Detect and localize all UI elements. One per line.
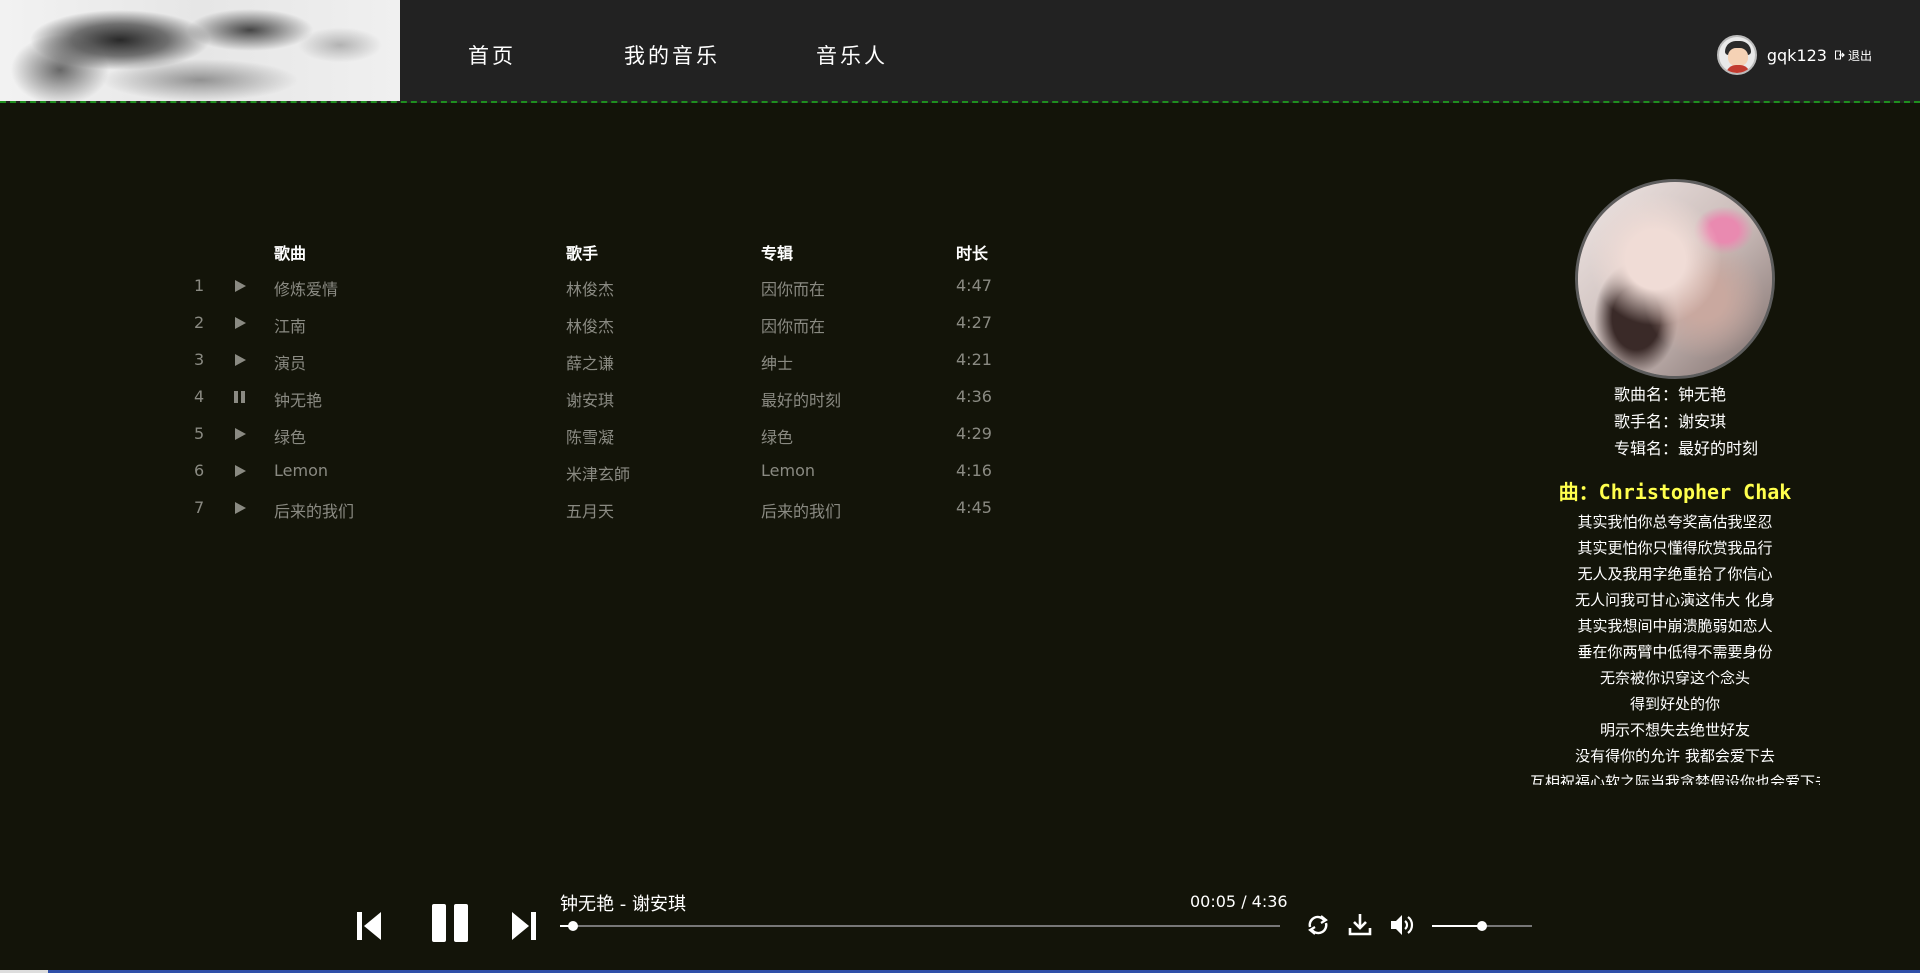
play-icon[interactable] bbox=[232, 278, 248, 294]
lyric-line: 互相祝福心软之际当我贪婪假设你也会爱下去 bbox=[1530, 773, 1820, 785]
top-header: 首页 我的音乐 音乐人 gqk123 退出 bbox=[0, 0, 1920, 103]
info-album-name: 专辑名：最好的时刻 bbox=[1614, 439, 1759, 458]
previous-track-button[interactable] bbox=[357, 910, 383, 942]
lyric-line: 无人问我可甘心演这伟大 化身 bbox=[1575, 591, 1775, 609]
song-row[interactable]: 2 江南 林俊杰 因你而在 4:27 bbox=[180, 313, 1040, 350]
song-row[interactable]: 3 演员 薛之谦 绅士 4:21 bbox=[180, 350, 1040, 387]
song-row[interactable]: 5 绿色 陈雪凝 绿色 4:29 bbox=[180, 424, 1040, 461]
song-album[interactable]: 绿色 bbox=[761, 424, 793, 448]
play-icon[interactable] bbox=[232, 500, 248, 516]
volume-slider[interactable] bbox=[1432, 920, 1532, 932]
logout-link[interactable]: 退出 bbox=[1834, 47, 1872, 64]
progress-bar[interactable] bbox=[560, 920, 1280, 932]
lyric-line: 其实我想间中崩溃脆弱如恋人 bbox=[1577, 617, 1773, 635]
song-title[interactable]: 钟无艳 bbox=[274, 387, 322, 411]
song-artist[interactable]: 薛之谦 bbox=[566, 350, 614, 374]
song-album[interactable]: 因你而在 bbox=[761, 313, 825, 337]
song-title[interactable]: 后来的我们 bbox=[274, 498, 354, 522]
info-song-name: 歌曲名：钟无艳 bbox=[1614, 385, 1727, 404]
lyrics-panel: 曲：Christopher Chak 其实我怕你总夸奖高估我坚忍 其实更怕你只懂得… bbox=[1530, 475, 1820, 785]
song-title[interactable]: 演员 bbox=[274, 350, 306, 374]
song-duration: 4:47 bbox=[956, 276, 992, 295]
nav-musicians[interactable]: 音乐人 bbox=[816, 40, 888, 70]
loop-icon[interactable] bbox=[1304, 911, 1332, 939]
logout-icon bbox=[1834, 50, 1845, 60]
volume-knob[interactable] bbox=[1477, 921, 1487, 931]
song-title[interactable]: 绿色 bbox=[274, 424, 306, 448]
song-number: 5 bbox=[194, 424, 205, 443]
play-icon[interactable] bbox=[232, 426, 248, 442]
nav-my-music[interactable]: 我的音乐 bbox=[624, 40, 720, 70]
song-album[interactable]: 后来的我们 bbox=[761, 498, 841, 522]
play-icon[interactable] bbox=[232, 315, 248, 331]
lyric-line: 无奈被你识穿这个念头 bbox=[1599, 669, 1750, 687]
avatar[interactable] bbox=[1716, 35, 1757, 75]
lyric-line: 其实更怕你只懂得欣赏我品行 bbox=[1577, 539, 1773, 557]
play-icon[interactable] bbox=[232, 352, 248, 368]
header-song: 歌曲 bbox=[274, 244, 307, 263]
album-cover bbox=[1575, 179, 1775, 379]
progress-track bbox=[560, 925, 1280, 927]
volume-fill bbox=[1432, 925, 1482, 927]
song-artist[interactable]: 谢安琪 bbox=[566, 387, 614, 411]
user-area: gqk123 退出 bbox=[1716, 35, 1872, 75]
lyric-line: 其实我怕你总夸奖高估我坚忍 bbox=[1577, 513, 1773, 531]
song-album[interactable]: Lemon bbox=[761, 461, 815, 480]
song-artist[interactable]: 米津玄師 bbox=[566, 461, 630, 485]
lyric-line: 得到好处的你 bbox=[1629, 695, 1720, 713]
lyric-line: 没有得你的允许 我都会爱下去 bbox=[1575, 747, 1775, 765]
song-title[interactable]: Lemon bbox=[274, 461, 328, 480]
song-duration: 4:36 bbox=[956, 387, 992, 406]
song-number: 2 bbox=[194, 313, 205, 332]
nav-home[interactable]: 首页 bbox=[468, 40, 516, 70]
song-number: 4 bbox=[194, 387, 205, 406]
lyric-line: 无人及我用字绝重拾了你信心 bbox=[1577, 565, 1773, 583]
song-row[interactable]: 4 钟无艳 谢安琪 最好的时刻 4:36 bbox=[180, 387, 1040, 424]
song-row[interactable]: 7 后来的我们 五月天 后来的我们 4:45 bbox=[180, 498, 1040, 535]
pause-icon[interactable] bbox=[232, 389, 248, 405]
song-artist[interactable]: 林俊杰 bbox=[566, 313, 614, 337]
logout-label: 退出 bbox=[1847, 48, 1872, 63]
song-artist[interactable]: 林俊杰 bbox=[566, 276, 614, 300]
banner-image bbox=[0, 0, 400, 101]
header-artist: 歌手 bbox=[566, 244, 599, 263]
lyric-line: 明示不想失去绝世好友 bbox=[1599, 721, 1750, 739]
play-icon[interactable] bbox=[232, 463, 248, 479]
song-title[interactable]: 修炼爱情 bbox=[274, 276, 338, 300]
lyric-line: 垂在你两臂中低得不需要身份 bbox=[1577, 643, 1773, 661]
song-number: 7 bbox=[194, 498, 205, 517]
song-artist[interactable]: 陈雪凝 bbox=[566, 424, 614, 448]
song-number: 3 bbox=[194, 350, 205, 369]
song-duration: 4:21 bbox=[956, 350, 992, 369]
header-album: 专辑 bbox=[761, 244, 794, 263]
download-icon[interactable] bbox=[1346, 911, 1374, 939]
username[interactable]: gqk123 bbox=[1767, 46, 1827, 65]
song-duration: 4:29 bbox=[956, 424, 992, 443]
info-artist-name: 歌手名：谢安琪 bbox=[1614, 412, 1727, 431]
now-playing-title: 钟无艳 - 谢安琪 bbox=[560, 894, 686, 915]
song-album[interactable]: 最好的时刻 bbox=[761, 387, 841, 411]
progress-knob[interactable] bbox=[567, 921, 578, 931]
lyric-title: 曲：Christopher Chak bbox=[1558, 480, 1792, 504]
song-number: 1 bbox=[194, 276, 205, 295]
pause-button[interactable] bbox=[430, 902, 472, 944]
song-album[interactable]: 因你而在 bbox=[761, 276, 825, 300]
song-duration: 4:45 bbox=[956, 498, 992, 517]
player-bar: 钟无艳 - 谢安琪 00:05 / 4:36 bbox=[0, 860, 1920, 973]
song-duration: 4:27 bbox=[956, 313, 992, 332]
header-duration: 时长 bbox=[956, 244, 989, 263]
song-title[interactable]: 江南 bbox=[274, 313, 306, 337]
volume-icon[interactable] bbox=[1388, 911, 1416, 939]
song-artist[interactable]: 五月天 bbox=[566, 498, 614, 522]
song-duration: 4:16 bbox=[956, 461, 992, 480]
playback-time: 00:05 / 4:36 bbox=[1190, 892, 1288, 911]
song-album[interactable]: 绅士 bbox=[761, 350, 793, 374]
song-row[interactable]: 6 Lemon 米津玄師 Lemon 4:16 bbox=[180, 461, 1040, 498]
next-track-button[interactable] bbox=[510, 910, 536, 942]
song-number: 6 bbox=[194, 461, 205, 480]
song-row[interactable]: 1 修炼爱情 林俊杰 因你而在 4:47 bbox=[180, 276, 1040, 313]
